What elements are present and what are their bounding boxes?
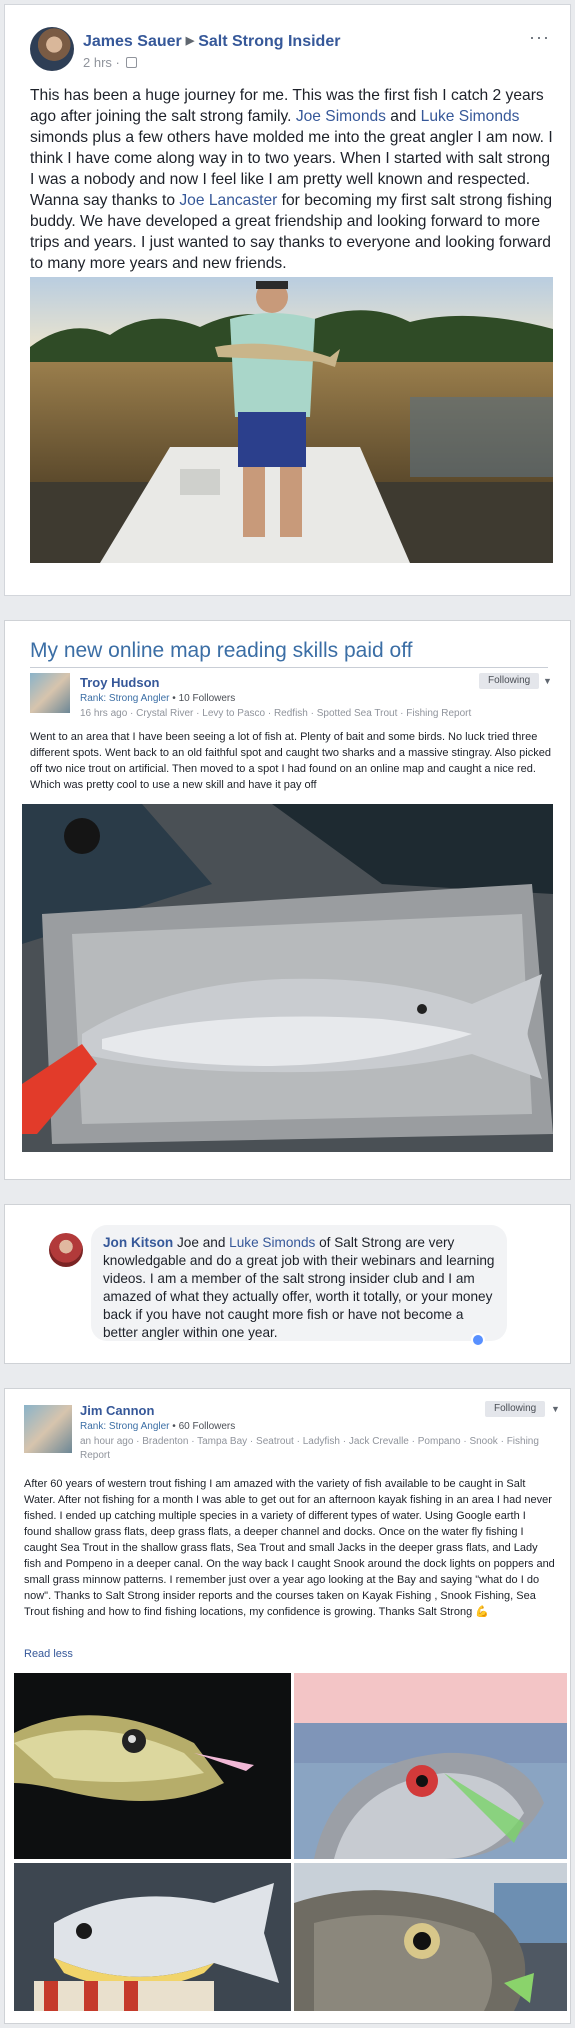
avatar[interactable] [24,1405,72,1453]
timestamp[interactable]: 2 hrs [83,55,112,70]
mention-luke-simonds[interactable]: Luke Simonds [229,1235,315,1250]
mention-joe-simonds[interactable]: Joe Simonds [296,108,386,125]
post-text: and [385,108,421,125]
photo-illustration [14,1863,291,2011]
photo-illustration [294,1863,567,2011]
mention-luke-simonds[interactable]: Luke Simonds [421,108,520,125]
followers-count: 60 Followers [178,1421,236,1432]
photo-illustration [30,277,553,563]
chevron-down-icon[interactable]: ▼ [551,1404,560,1414]
photo-illustration [14,1715,254,1801]
avatar[interactable] [30,673,70,713]
rank-label[interactable]: Rank: Strong Angler [80,1421,170,1432]
more-options-icon[interactable]: ··· [529,27,550,48]
rank-label[interactable]: Rank: Strong Angler [80,693,170,704]
report-card-troy-hudson: My new online map reading skills paid of… [4,620,571,1180]
comment-text: of Salt Strong are very knowledgable and… [103,1235,495,1340]
mention-joe-lancaster[interactable]: Joe Lancaster [179,192,277,209]
author-name[interactable]: Troy Hudson [80,675,159,690]
post-body: This has been a huge journey for me. Thi… [30,85,555,274]
avatar[interactable] [30,27,74,71]
photo-illustration [294,1673,567,1859]
report-photo-fish-with-fly[interactable] [294,1673,567,1859]
title-divider [30,667,548,668]
post-meta: 2 hrs · [83,55,138,70]
privacy-icon [126,57,138,68]
report-tags[interactable]: 16 hrs ago · Crystal River · Levy to Pas… [80,707,550,721]
comment-bubble: Jon Kitson Joe and Luke Simonds of Salt … [91,1225,507,1341]
post-header: James Sauer ▶ Salt Strong Insider [83,33,340,51]
report-title[interactable]: My new online map reading skills paid of… [30,639,412,663]
comment-card: Jon Kitson Joe and Luke Simonds of Salt … [4,1204,571,1364]
author-name[interactable]: Jim Cannon [80,1403,154,1418]
post-photo-angler-with-fish[interactable] [30,277,553,563]
post-card-james-sauer: James Sauer ▶ Salt Strong Insider 2 hrs · … [4,4,571,596]
chevron-down-icon[interactable]: ▼ [543,676,552,686]
report-photo-snook-fly[interactable] [14,1673,291,1859]
report-photo-pompano[interactable] [14,1863,291,2011]
avatar[interactable] [49,1233,83,1267]
like-reaction-icon[interactable] [471,1333,485,1347]
rank-line: Rank: Strong Angler • 10 Followers [80,693,236,704]
report-photo-redfish[interactable] [22,804,553,1152]
rank-line: Rank: Strong Angler • 60 Followers [80,1421,236,1432]
comment-text: Joe and [173,1235,230,1250]
followers-count: 10 Followers [178,693,236,704]
report-body: Went to an area that I have been seeing … [30,731,551,791]
following-button[interactable]: Following [479,673,540,689]
following-button[interactable]: Following [485,1401,546,1417]
group-name[interactable]: Salt Strong Insider [198,33,340,50]
photo-illustration [22,804,553,1152]
commenter-name[interactable]: Jon Kitson [103,1235,173,1250]
report-photo-jack-crevalle[interactable] [294,1863,567,2011]
triangle-right-icon: ▶ [185,35,195,47]
read-less-link[interactable]: Read less [24,1648,73,1660]
report-body: After 60 years of western trout fishing … [24,1478,555,1618]
report-tags[interactable]: an hour ago · Bradenton · Tampa Bay · Se… [80,1435,550,1463]
report-card-jim-cannon: Jim Cannon Rank: Strong Angler • 60 Foll… [4,1388,571,2024]
author-name[interactable]: James Sauer [83,33,182,50]
